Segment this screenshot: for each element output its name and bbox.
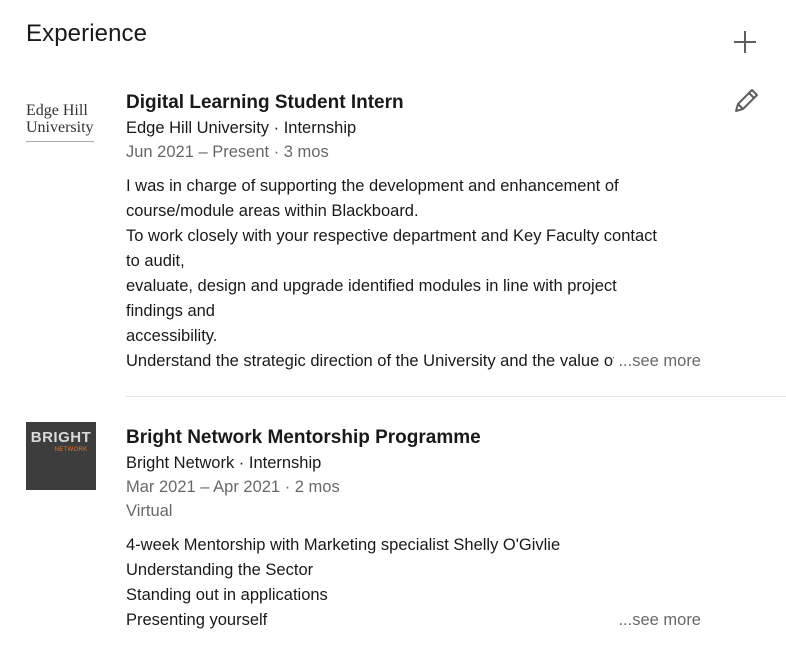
divider	[126, 396, 786, 397]
logo-underline	[26, 141, 94, 142]
description-line: to audit,	[126, 252, 185, 270]
date-range: Mar 2021 – Apr 2021 · 2 mos	[126, 478, 340, 496]
job-location: Virtual	[126, 502, 173, 520]
description-line: accessibility.	[126, 327, 218, 345]
job-description: 4-week Mentorship with Marketing special…	[126, 533, 701, 633]
pencil-icon	[735, 89, 758, 112]
description-line: Standing out in applications	[126, 586, 328, 604]
description-line: course/module areas within Blackboard.	[126, 202, 419, 220]
job-description: I was in charge of supporting the develo…	[126, 174, 701, 374]
job-title: Digital Learning Student Intern	[126, 92, 404, 113]
add-experience-button[interactable]	[730, 28, 760, 58]
description-line: Understanding the Sector	[126, 561, 314, 579]
company-name: Edge Hill University · Internship	[126, 119, 357, 137]
description-line: 4-week Mentorship with Marketing special…	[126, 536, 561, 554]
date-range: Jun 2021 – Present · 3 mos	[126, 143, 329, 161]
see-more-link[interactable]: ...see more	[614, 349, 701, 374]
logo-text: Edge Hill University	[26, 102, 94, 136]
see-more-link[interactable]: ...see more	[614, 608, 701, 633]
description-line: I was in charge of supporting the develo…	[126, 177, 619, 195]
description-line: evaluate, design and upgrade identified …	[126, 277, 617, 295]
bright-network-logo[interactable]: BRIGHT NETWORK	[26, 422, 96, 490]
job-title: Bright Network Mentorship Programme	[126, 427, 481, 448]
edge-hill-logo[interactable]: Edge Hill University	[26, 96, 96, 146]
section-title: Experience	[26, 20, 148, 47]
description-line: Understand the strategic direction of th…	[126, 352, 616, 370]
description-line: To work closely with your respective dep…	[126, 227, 657, 245]
plus-icon	[734, 31, 756, 53]
logo-text: BRIGHT NETWORK	[30, 429, 92, 454]
company-name: Bright Network · Internship	[126, 454, 322, 472]
edit-experience-button[interactable]	[731, 87, 761, 117]
description-line: findings and	[126, 302, 215, 320]
